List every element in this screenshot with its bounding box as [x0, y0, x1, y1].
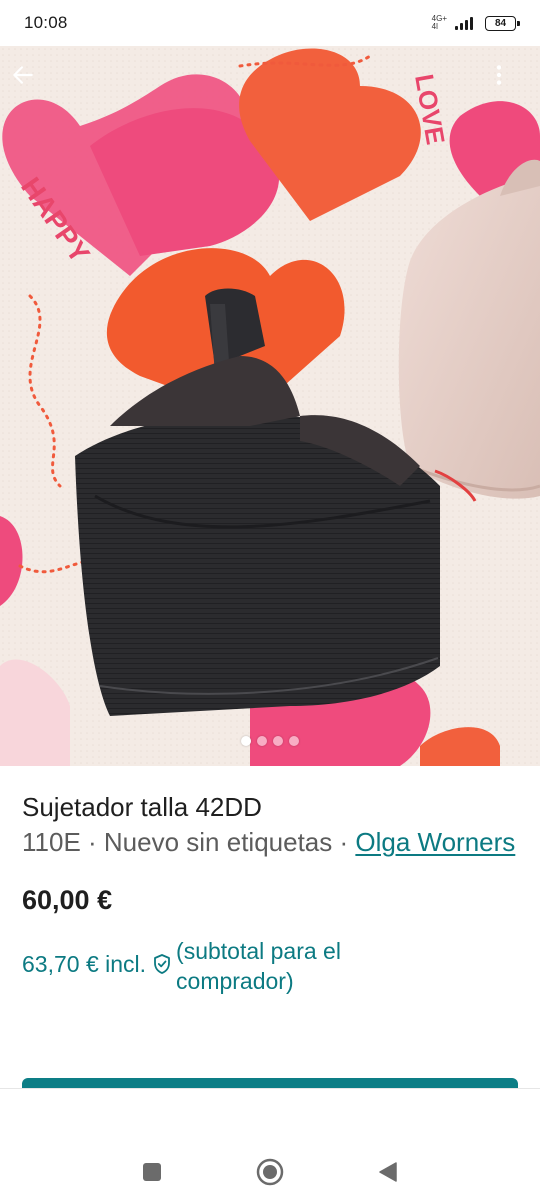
circle-home-icon	[256, 1158, 284, 1186]
triangle-back-icon	[379, 1162, 397, 1182]
status-time: 10:08	[24, 13, 68, 32]
network-type-icon: 4G+ 4l	[432, 15, 447, 31]
listing-price: 60,00 €	[22, 885, 113, 915]
price-incl-label: 63,70 € incl.	[22, 951, 147, 977]
recent-apps-button[interactable]	[132, 1152, 172, 1192]
brand-link[interactable]: Olga Worners	[355, 827, 515, 857]
carousel-dot[interactable]	[289, 736, 299, 746]
network-sub-label: 4l	[431, 22, 438, 31]
status-bar: 10:08 4G+ 4l 84	[0, 0, 540, 46]
signal-icon	[455, 16, 473, 30]
back-button[interactable]	[10, 62, 54, 106]
battery-icon: 84	[485, 15, 520, 31]
carousel-dot[interactable]	[257, 736, 267, 746]
carousel-indicator	[241, 736, 299, 746]
listing-details: Sujetador talla 42DD 110E · Nuevo sin et…	[0, 766, 540, 996]
carousel-dot[interactable]	[241, 736, 251, 746]
square-recent-icon	[143, 1163, 161, 1181]
product-photo[interactable]: HAPPY LOVE	[0, 46, 540, 766]
battery-level: 84	[494, 17, 507, 29]
home-button[interactable]	[250, 1152, 290, 1192]
system-nav-bar	[0, 1130, 540, 1200]
status-icons: 4G+ 4l 84	[432, 15, 520, 31]
system-back-button[interactable]	[368, 1152, 408, 1192]
listing-size-condition: 110E · Nuevo sin etiquetas ·	[22, 827, 356, 857]
subtotal-note: (subtotal para el comprador)	[176, 938, 341, 994]
listing-meta: 110E · Nuevo sin etiquetas · Olga Worner…	[22, 824, 518, 860]
shield-check-icon	[152, 953, 172, 975]
listing-title: Sujetador talla 42DD	[22, 792, 262, 822]
price-incl-protection: 63,70 € incl.	[22, 936, 176, 979]
buyer-protection-price[interactable]: 63,70 € incl. (subtotal para el comprado…	[22, 936, 518, 996]
carousel-dot[interactable]	[273, 736, 283, 746]
arrow-left-icon	[13, 66, 33, 84]
more-vertical-icon	[496, 65, 502, 85]
more-options-button[interactable]	[486, 62, 530, 106]
product-image: HAPPY LOVE	[0, 46, 540, 766]
